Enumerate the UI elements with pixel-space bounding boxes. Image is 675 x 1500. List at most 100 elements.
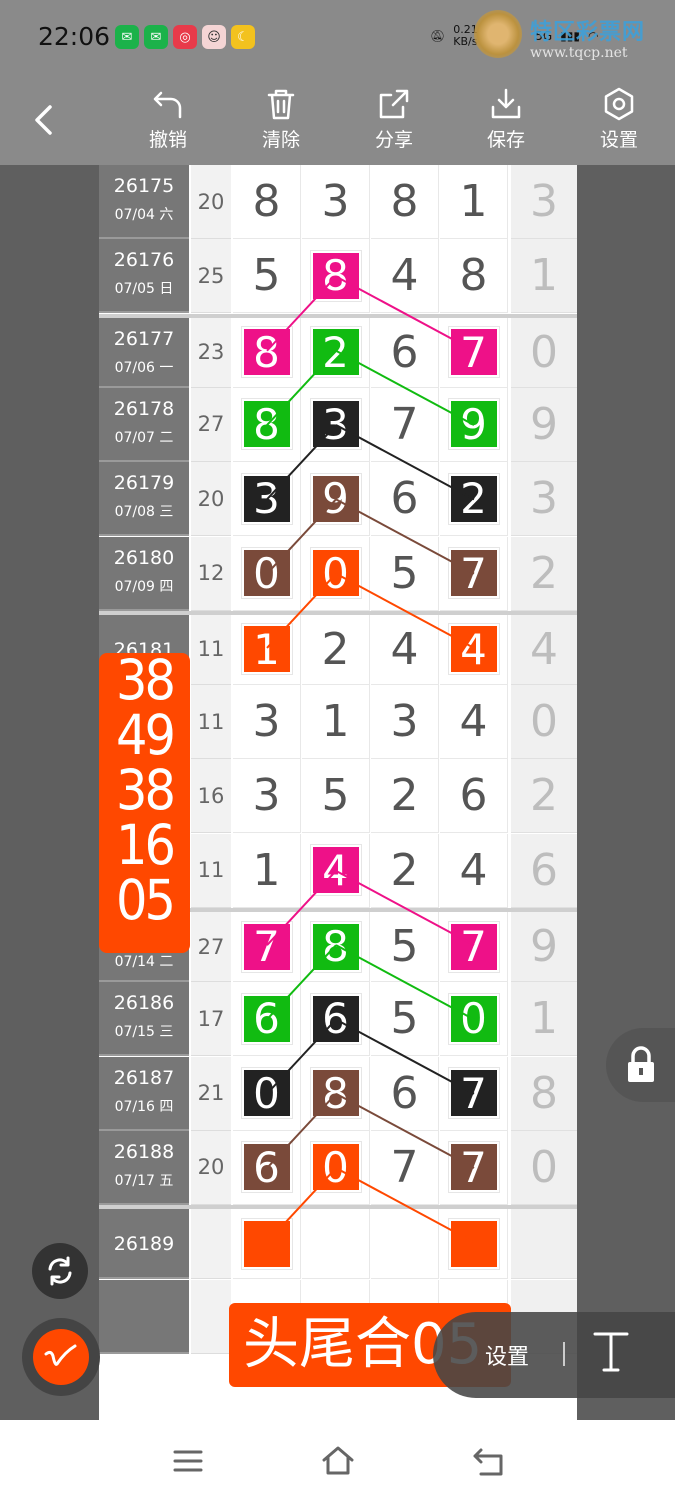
number-badge[interactable]: 38 49 38 16 05: [99, 653, 190, 953]
digit-cell[interactable]: 8: [233, 317, 301, 388]
digit-cell[interactable]: 5: [302, 759, 370, 834]
digit-cell[interactable]: 7: [233, 912, 301, 982]
digit-cell[interactable]: 6: [233, 1130, 301, 1205]
lock-button[interactable]: [606, 1028, 675, 1102]
settings-button[interactable]: 设置: [584, 87, 654, 152]
share-label: 分享: [374, 129, 413, 151]
system-nav-bar: [0, 1420, 675, 1500]
tail-cell: 8: [511, 1056, 577, 1131]
digit-cell[interactable]: 4: [371, 239, 439, 314]
digit-cell[interactable]: 4: [440, 614, 508, 685]
digit-cell[interactable]: 7: [440, 912, 508, 982]
digit-cell[interactable]: 7: [440, 1056, 508, 1131]
digit-cell[interactable]: 8: [302, 1056, 370, 1131]
digit-cell[interactable]: 4: [440, 685, 508, 760]
watermark-url: www.tqcp.net: [530, 45, 628, 61]
digit-cell[interactable]: 2: [440, 462, 508, 537]
digit-cell[interactable]: 7: [440, 1130, 508, 1205]
digit-cell[interactable]: 9: [440, 387, 508, 462]
pill-settings-label[interactable]: 设置: [485, 1339, 529, 1371]
undo-icon: [153, 91, 182, 119]
digit-cell[interactable]: 3: [371, 685, 439, 760]
digit-cell[interactable]: 2: [371, 833, 439, 908]
digit-cell[interactable]: 2: [302, 317, 370, 388]
digit-text: 6: [390, 1067, 419, 1119]
wechat-icon: ✉: [144, 25, 168, 49]
issue-cell: 26180 07/09 四: [99, 536, 189, 611]
digit-cell[interactable]: 3: [233, 759, 301, 834]
tail-cell: 0: [511, 317, 577, 388]
digit-text: 1: [252, 844, 281, 896]
digit-text: 1: [321, 696, 350, 748]
digit-cell[interactable]: [371, 1209, 439, 1280]
digit-cell[interactable]: 6: [302, 982, 370, 1057]
digit-cell[interactable]: 0: [302, 1130, 370, 1205]
digit-cell[interactable]: 1: [233, 833, 301, 908]
digit-cell[interactable]: 5: [371, 982, 439, 1057]
digit-cell[interactable]: 3: [233, 685, 301, 760]
digit-cell[interactable]: 0: [233, 536, 301, 611]
download-icon: [491, 88, 521, 119]
digit-cell[interactable]: 0: [302, 536, 370, 611]
digit-cell[interactable]: 2: [371, 759, 439, 834]
issue-date: 07/14 二: [114, 954, 174, 970]
digit-cell[interactable]: 3: [302, 387, 370, 462]
digit-cell[interactable]: 5: [371, 536, 439, 611]
digit-cell[interactable]: 4: [440, 833, 508, 908]
back-arrow-icon[interactable]: [28, 103, 62, 137]
digit-cell[interactable]: 3: [233, 462, 301, 537]
digit-cell[interactable]: 8: [302, 239, 370, 314]
digit-cell[interactable]: 2: [302, 614, 370, 685]
digit-cell[interactable]: 8: [302, 912, 370, 982]
digit-cell[interactable]: 0: [440, 982, 508, 1057]
digit-text: 7: [390, 1141, 419, 1193]
digit-cell[interactable]: 6: [371, 1056, 439, 1131]
marked-digit: 0: [448, 993, 499, 1044]
badge-number: 49: [116, 703, 176, 767]
table-row: 26179 07/08 三 20 3 9 6 2 3: [99, 462, 577, 537]
home-icon[interactable]: [321, 1444, 355, 1478]
digit-cell[interactable]: 9: [302, 462, 370, 537]
digit-cell[interactable]: 7: [440, 536, 508, 611]
digit-cell[interactable]: 6: [371, 462, 439, 537]
digit-cell[interactable]: 6: [371, 317, 439, 388]
issue-cell: 26179 07/08 三: [99, 462, 189, 537]
menu-icon[interactable]: [171, 1444, 205, 1478]
digit-cell[interactable]: 5: [233, 239, 301, 314]
sync-button[interactable]: [32, 1243, 88, 1299]
digit-cell[interactable]: 5: [371, 912, 439, 982]
share-button[interactable]: 分享: [359, 87, 429, 152]
issue-number: 26176: [113, 249, 175, 272]
digit-cell[interactable]: [233, 1209, 301, 1280]
digit-cell[interactable]: 0: [233, 1056, 301, 1131]
digit-cell[interactable]: [302, 1209, 370, 1280]
table-row: 26176 07/05 日 25 5 8 4 8 1: [99, 239, 577, 314]
pen-tool-button[interactable]: [22, 1318, 100, 1396]
digit-cell[interactable]: 4: [371, 614, 439, 685]
digit-cell[interactable]: 7: [371, 387, 439, 462]
digit-cell[interactable]: 1: [440, 165, 508, 239]
undo-button[interactable]: 撤销: [133, 87, 203, 152]
digit-cell[interactable]: 4: [302, 833, 370, 908]
digit-cell[interactable]: 8: [233, 387, 301, 462]
text-tool-icon[interactable]: [591, 1326, 631, 1376]
digit-cell[interactable]: 8: [233, 165, 301, 239]
save-button[interactable]: 保存: [471, 87, 541, 152]
digit-cell[interactable]: [440, 1209, 508, 1280]
tail-cell: 6: [511, 833, 577, 908]
marked-digit: 1: [241, 624, 292, 675]
digit-cell[interactable]: 6: [440, 759, 508, 834]
back-nav-icon[interactable]: [471, 1444, 505, 1478]
digit-cell[interactable]: 7: [371, 1130, 439, 1205]
digit-cell[interactable]: 6: [233, 982, 301, 1057]
digit-cell[interactable]: 3: [302, 165, 370, 239]
digit-cell[interactable]: 8: [371, 165, 439, 239]
sum-cell: 27: [191, 387, 231, 462]
clear-button[interactable]: 清除: [246, 87, 316, 152]
digit-cell[interactable]: 1: [302, 685, 370, 760]
digit-cell[interactable]: 7: [440, 317, 508, 388]
digit-cell[interactable]: 8: [440, 239, 508, 314]
text-settings-pill[interactable]: 设置: [433, 1312, 675, 1398]
digit-cell[interactable]: 1: [233, 614, 301, 685]
marked-digit: 8: [310, 921, 361, 972]
